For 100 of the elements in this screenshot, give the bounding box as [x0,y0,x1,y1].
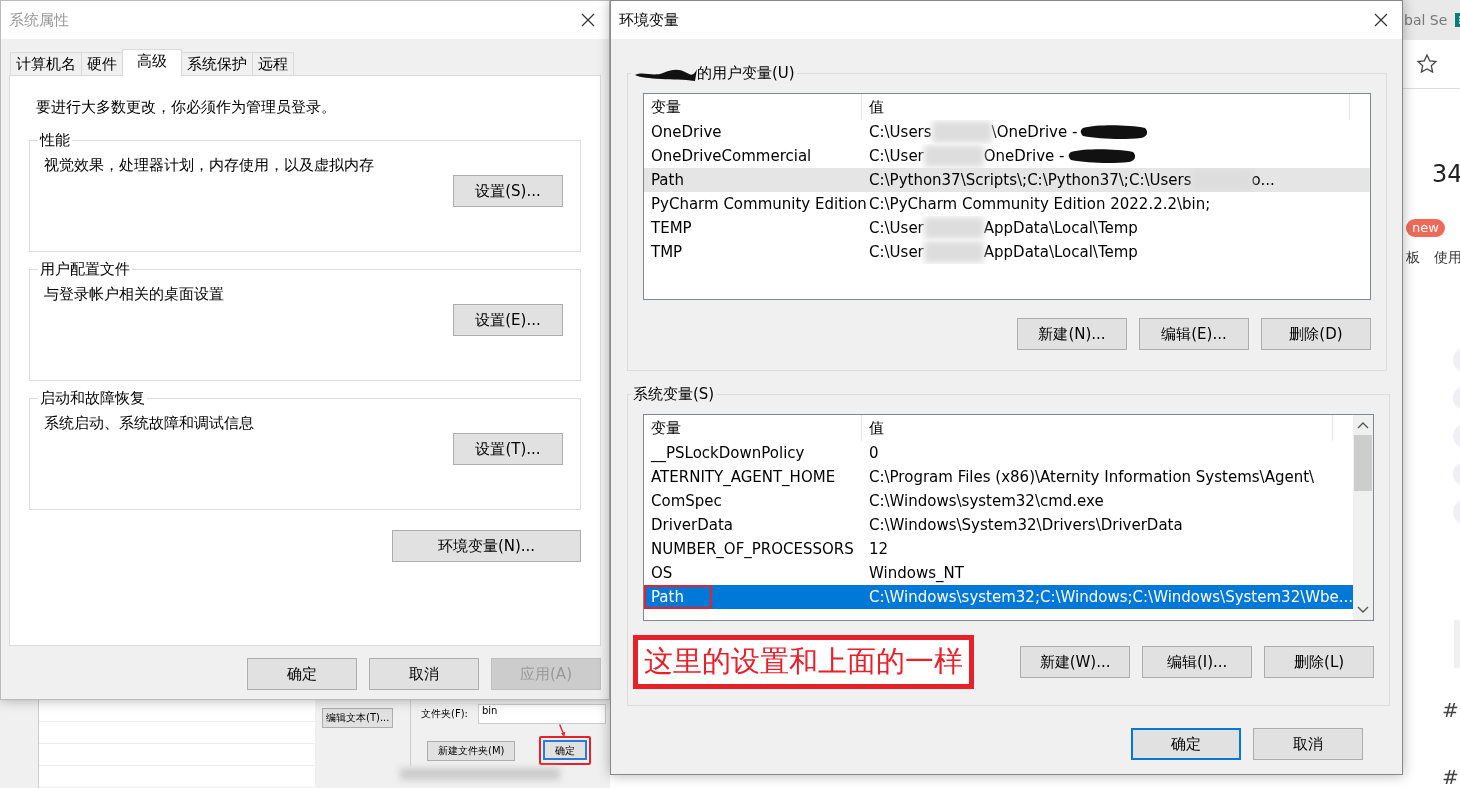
table-cell: \OneDrive - [991,123,1078,141]
variables-table[interactable] [643,414,1375,621]
table-row[interactable]: NUMBER_OF_PROCESSORS 12 [644,537,1354,561]
menu-item[interactable]: 使用 [1434,249,1460,267]
star-icon [1416,53,1438,75]
table-row[interactable]: TEMP C:\User AppData\Local\Temp [644,216,1370,240]
hash-text: # [1442,765,1459,788]
table-row[interactable]: DriverData C:\Windows\System32\Drivers\DriverData [644,513,1354,537]
table-cell: PyCharm Community Edition [651,195,867,213]
tab[interactable]: 远程 [252,52,294,75]
environment-variables-button[interactable]: 环境变量(N)... [392,530,581,562]
settings-button[interactable]: 设置(E)... [453,304,563,336]
new-badge: new [1406,219,1445,237]
dialog-button[interactable]: 新建(W)... [1020,646,1131,678]
variables-table[interactable] [643,93,1371,300]
hash-text: # [1442,698,1459,722]
window-title: 系统属性 [9,10,69,30]
table-row[interactable]: PyCharm Community Edition C:\PyCharm Community Edition 2022.2.2\bin; [644,192,1370,216]
table-cell: Windows_NT [869,564,964,582]
window-title: 环境变量 [619,10,679,30]
table-cell: C:\Program Files (x86)\Aternity Information Systems\Agent\ [869,468,1315,486]
table-row[interactable]: OneDrive C:\Users \OneDrive - [644,120,1370,144]
table-cell: ComSpec [651,492,722,510]
table-cell: ATERNITY_AGENT_HOME [651,468,836,486]
table-row[interactable]: Path C:\Python37\Scripts\;C:\Python37\;C:\Users o... [644,168,1370,192]
table-cell: C:\User [869,243,924,261]
table-cell: 0 [869,444,879,462]
table-cell: NUMBER_OF_PROCESSORS [651,540,854,558]
dialog-button[interactable]: 确定 [1131,728,1241,760]
column-header[interactable]: 值 [862,415,1334,441]
annotation-text: 这里的设置和上面的一样 [633,635,974,689]
settings-button[interactable]: 设置(T)... [453,433,563,465]
table-cell: AppData\Local\Temp [983,243,1138,261]
group-description: 系统启动、系统故障和调试信息 [44,414,255,433]
table-row[interactable]: ComSpec C:\Windows\system32\cmd.exe [644,489,1354,513]
blurred-area [931,121,992,143]
table-cell: Path [651,588,684,606]
menu-item[interactable]: 板 [1406,249,1420,267]
dialog-button[interactable]: 新建(N)... [1017,318,1127,350]
table-cell: C:\Windows\system32\cmd.exe [869,492,1104,510]
table-row[interactable]: Path C:\Windows\system32;C:\Windows;C:\Windows\System32\Wbe... [644,585,1354,609]
table-cell: DriverData [651,516,733,534]
table-cell: C:\Users [869,123,932,141]
table-row[interactable]: OS Windows_NT [644,561,1354,585]
group-title: 性能 [38,131,71,150]
table-cell: C:\Windows\system32;C:\Windows;C:\Windows\System32\Wbe... [869,588,1354,606]
table-cell: 12 [869,540,889,558]
table-cell: o... [1251,171,1275,189]
dialog-button[interactable]: 删除(L) [1264,646,1375,678]
group-title: 的用户变量(U) [697,63,795,83]
dialog-button[interactable]: 确定 [247,658,357,690]
close-icon[interactable] [1374,13,1388,27]
table-cell: TEMP [651,219,692,237]
dialog-button[interactable]: 取消 [1253,728,1363,760]
scrollbar[interactable] [1353,415,1374,620]
group-title: 启动和故障恢复 [39,389,146,408]
table-cell: C:\User [869,147,924,165]
column-header[interactable]: 值 [862,94,1350,120]
arrow-icon [557,724,568,738]
group-title: 系统变量(S) [633,385,715,404]
table-cell: C:\Python37\Scripts\;C:\Python37\;C:\Users [869,171,1192,189]
column-header[interactable]: 变量 [644,415,862,441]
table-cell: C:\User [869,219,924,237]
table-row[interactable]: ATERNITY_AGENT_HOME C:\Program Files (x86)\Aternity Information Systems\Agent\ [644,465,1354,489]
group-description: 与登录帐户相关的桌面设置 [44,285,225,304]
group-title: 用户配置文件 [39,260,131,279]
scroll-thumb[interactable] [1354,435,1373,491]
table-cell: C:\Windows\System32\Drivers\DriverData [869,516,1183,534]
dialog-button[interactable]: 新建文件夹(M) [427,741,516,761]
edit-text-button[interactable]: 编辑文本(T)... [322,708,394,728]
blurred-area [923,145,984,167]
column-header[interactable]: 变量 [644,94,862,120]
dialog-button[interactable]: 取消 [369,658,479,690]
settings-button[interactable]: 设置(S)... [453,175,563,207]
dialog-button[interactable]: 编辑(I)... [1142,646,1253,678]
table-cell: TMP [651,243,683,261]
table-cell: OneDrive - [983,147,1065,165]
folder-field[interactable]: bin [477,704,606,724]
notice-text: 要进行大多数更改，你必须作为管理员登录。 [35,98,337,117]
table-row[interactable]: __PSLockDownPolicy 0 [644,441,1354,465]
table-cell: AppData\Local\Temp [983,219,1138,237]
table-row[interactable]: OneDriveCommercial C:\User OneDrive - [644,144,1370,168]
tab[interactable]: 高级 [122,49,182,76]
folder-label: 文件夹(F): [421,707,468,721]
table-cell: C:\PyCharm Community Edition 2022.2.2\bin; [869,195,1211,213]
dialog-button[interactable]: 编辑(E)... [1139,318,1249,350]
table-cell: OneDrive [651,123,722,141]
scroll-down-icon [1357,606,1370,614]
table-cell: OS [651,564,673,582]
close-icon[interactable] [581,13,595,27]
tab[interactable]: 计算机名 [10,52,82,75]
table-row[interactable]: TMP C:\User AppData\Local\Temp [644,240,1370,264]
dialog-button[interactable]: 删除(D) [1261,318,1371,350]
scroll-up-icon [1357,421,1370,429]
group-description: 视觉效果，处理器计划，内存使用，以及虚拟内存 [44,156,375,175]
table-cell: __PSLockDownPolicy [651,444,805,462]
table-cell: Path [651,171,684,189]
dialog-button[interactable]: 确定 [543,740,588,760]
table-cell: OneDriveCommercial [651,147,812,165]
blurred-area [923,217,984,239]
